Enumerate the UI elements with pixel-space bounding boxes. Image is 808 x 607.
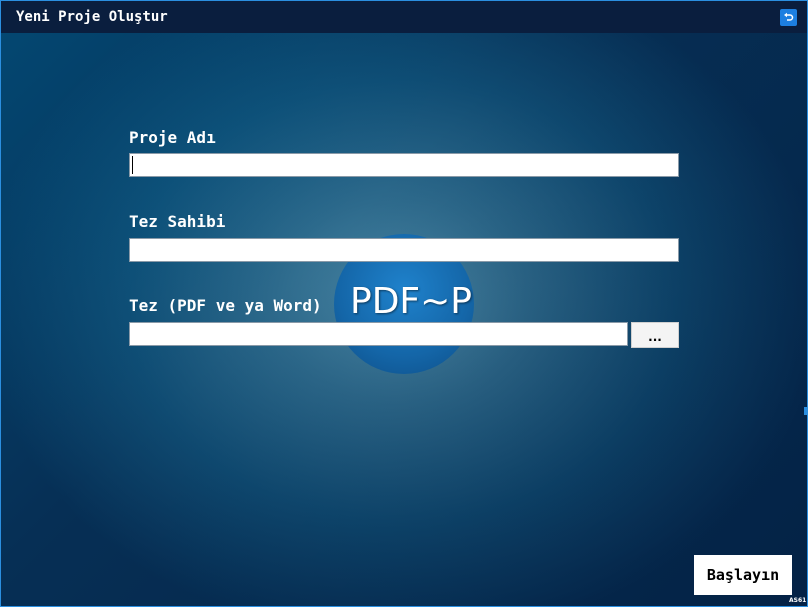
browse-file-button[interactable]: ...	[631, 322, 679, 348]
title-bar: Yeni Proje Oluştur	[1, 1, 807, 33]
app-window: Yeni Proje Oluştur PDF~P Proje Adı Tez S…	[0, 0, 808, 607]
window-edge-marker	[804, 407, 807, 415]
thesis-owner-label: Tez Sahibi	[129, 212, 226, 231]
text-caret	[132, 156, 133, 174]
project-name-input[interactable]	[129, 153, 679, 177]
start-button[interactable]: Başlayın	[694, 555, 792, 595]
project-name-label: Proje Adı	[129, 128, 216, 147]
back-button[interactable]	[780, 9, 797, 26]
window-title: Yeni Proje Oluştur	[16, 9, 168, 25]
thesis-file-label: Tez (PDF ve ya Word)	[129, 296, 322, 315]
corner-tag: AS61	[789, 597, 807, 604]
thesis-file-path-input[interactable]	[129, 322, 628, 346]
app-logo-text: PDF~P	[350, 281, 473, 322]
undo-arrow-icon	[784, 12, 794, 21]
thesis-owner-input[interactable]	[129, 238, 679, 262]
